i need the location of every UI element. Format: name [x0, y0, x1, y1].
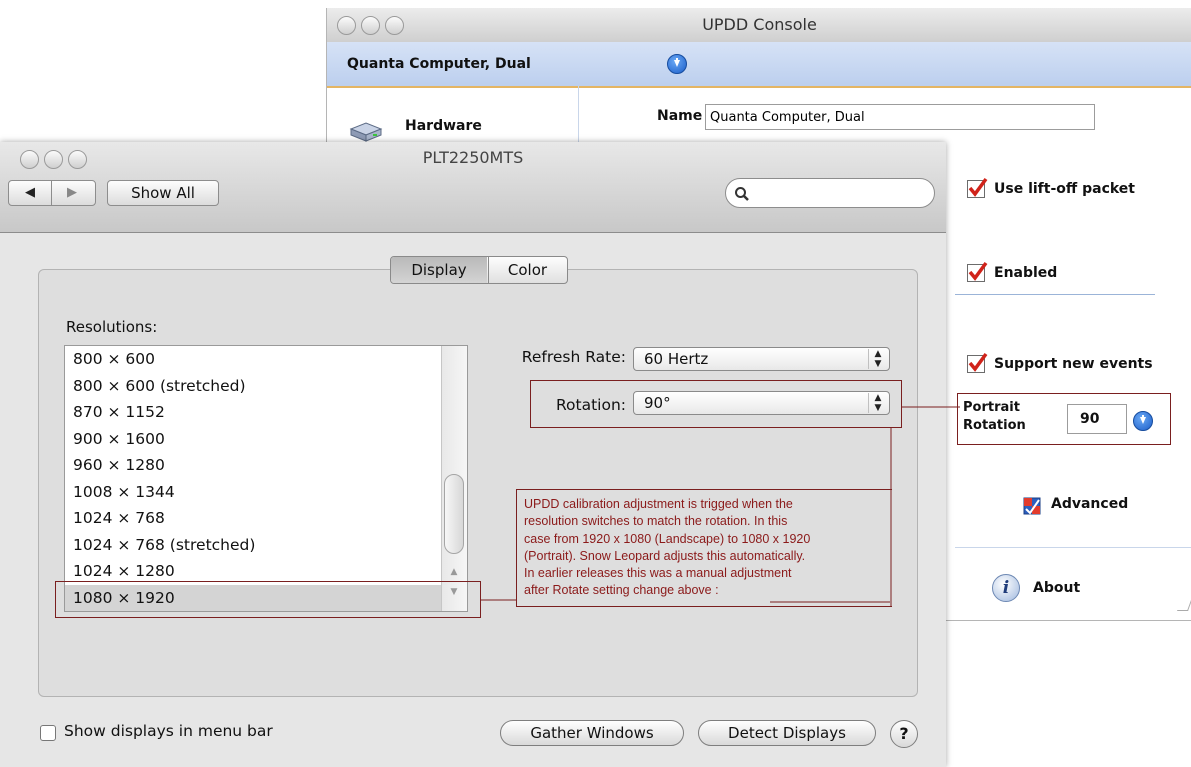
annotation-line: case from 1920 x 1080 (Landscape) to 108… [524, 531, 811, 546]
scrollbar-thumb[interactable] [444, 474, 464, 554]
checkmark-icon [968, 352, 988, 372]
refresh-rate-popup[interactable]: 60 Hertz ▲ ▼ [633, 347, 890, 371]
resolutions-label: Resolutions: [66, 318, 158, 336]
updd-window-title: UPDD Console [702, 15, 817, 34]
hardware-icon[interactable] [349, 121, 383, 143]
portrait-rotation-field[interactable]: 90 [1067, 404, 1127, 434]
list-item[interactable]: 800 × 600 (stretched) [65, 373, 443, 400]
separator [955, 294, 1155, 295]
name-label: Name [657, 108, 703, 124]
forward-arrow-icon[interactable]: ▶ [54, 180, 90, 206]
show-all-button[interactable]: Show All [107, 180, 219, 206]
tab-display[interactable]: Display [391, 257, 487, 283]
refresh-rate-label: Refresh Rate: [521, 348, 626, 366]
list-item[interactable]: 1024 × 768 [65, 505, 443, 532]
rotation-value: 90° [644, 394, 671, 412]
rotation-popup[interactable]: 90° ▲ ▼ [633, 391, 890, 415]
annotation-line: In earlier releases this was a manual ad… [524, 566, 792, 581]
help-button[interactable]: ? [890, 720, 918, 748]
rotation-label: Rotation: [555, 396, 626, 414]
enabled-checkbox[interactable] [967, 261, 988, 282]
name-input[interactable] [705, 104, 1095, 130]
show-displays-menubar-label: Show displays in menu bar [64, 722, 273, 740]
use-liftoff-label: Use lift-off packet [994, 181, 1135, 197]
separator [955, 547, 1191, 548]
advanced-icon[interactable] [1023, 497, 1041, 515]
popup-arrows-icon: ▲ ▼ [868, 349, 887, 369]
annotation-line: UPDD calibration adjustment is trigged w… [524, 497, 793, 511]
back-arrow-icon[interactable]: ◀ [14, 180, 46, 206]
annotation-line: resolution switches to match the rotatio… [524, 514, 788, 529]
about-button[interactable]: About [1033, 580, 1080, 596]
calibration-annotation: UPDD calibration adjustment is trigged w… [516, 489, 892, 607]
popup-arrows-icon: ▲ ▼ [868, 393, 887, 413]
use-liftoff-checkbox[interactable] [967, 177, 988, 198]
detect-displays-button[interactable]: Detect Displays [698, 720, 876, 746]
search-input[interactable] [725, 178, 935, 208]
updd-device-name: Quanta Computer, Dual [347, 56, 531, 72]
refresh-rate-value: 60 Hertz [644, 350, 709, 368]
scroll-up-arrow-icon[interactable]: ▲ [444, 567, 464, 581]
resolution-highlight [55, 581, 481, 618]
support-new-events-checkbox[interactable] [967, 352, 988, 373]
checkmark-icon [968, 177, 988, 197]
rotation-label-line: Rotation [963, 418, 1026, 433]
display-prefs-window: PLT2250MTS ◀ ▶ Show All Display Color Re… [0, 142, 946, 767]
support-new-events-label: Support new events [994, 356, 1153, 372]
checkmark-icon [968, 261, 988, 281]
gather-windows-button[interactable]: Gather Windows [500, 720, 684, 746]
nav-divider [51, 180, 52, 206]
list-item[interactable]: 870 × 1152 [65, 399, 443, 426]
tab-color[interactable]: Color [488, 257, 566, 283]
info-icon[interactable]: i [992, 574, 1020, 602]
list-item[interactable]: 1008 × 1344 [65, 479, 443, 506]
list-item[interactable]: 960 × 1280 [65, 452, 443, 479]
list-item[interactable]: 900 × 1600 [65, 426, 443, 453]
resolutions-list[interactable]: 800 × 600 800 × 600 (stretched) 870 × 11… [64, 345, 468, 612]
sidebar-item-hardware[interactable]: Hardware [405, 118, 482, 134]
advanced-button[interactable]: Advanced [1051, 496, 1128, 512]
portrait-rotation-dropdown-icon[interactable] [1133, 411, 1153, 431]
enabled-label: Enabled [994, 265, 1058, 281]
prefs-window-title: PLT2250MTS [422, 148, 524, 167]
portrait-label-line: Portrait [963, 400, 1020, 415]
list-item[interactable]: 1024 × 768 (stretched) [65, 532, 443, 559]
annotation-line: (Portrait). Snow Leopard adjusts this au… [524, 548, 806, 563]
device-dropdown-icon[interactable] [667, 54, 687, 74]
resize-grip-icon[interactable] [1176, 600, 1191, 611]
portrait-rotation-label: Portrait Rotation [963, 399, 1026, 435]
list-item[interactable]: 800 × 600 [65, 346, 443, 373]
annotation-line: after Rotate setting change above : [524, 583, 719, 598]
search-icon [735, 187, 749, 201]
show-displays-menubar-checkbox[interactable] [40, 725, 56, 741]
